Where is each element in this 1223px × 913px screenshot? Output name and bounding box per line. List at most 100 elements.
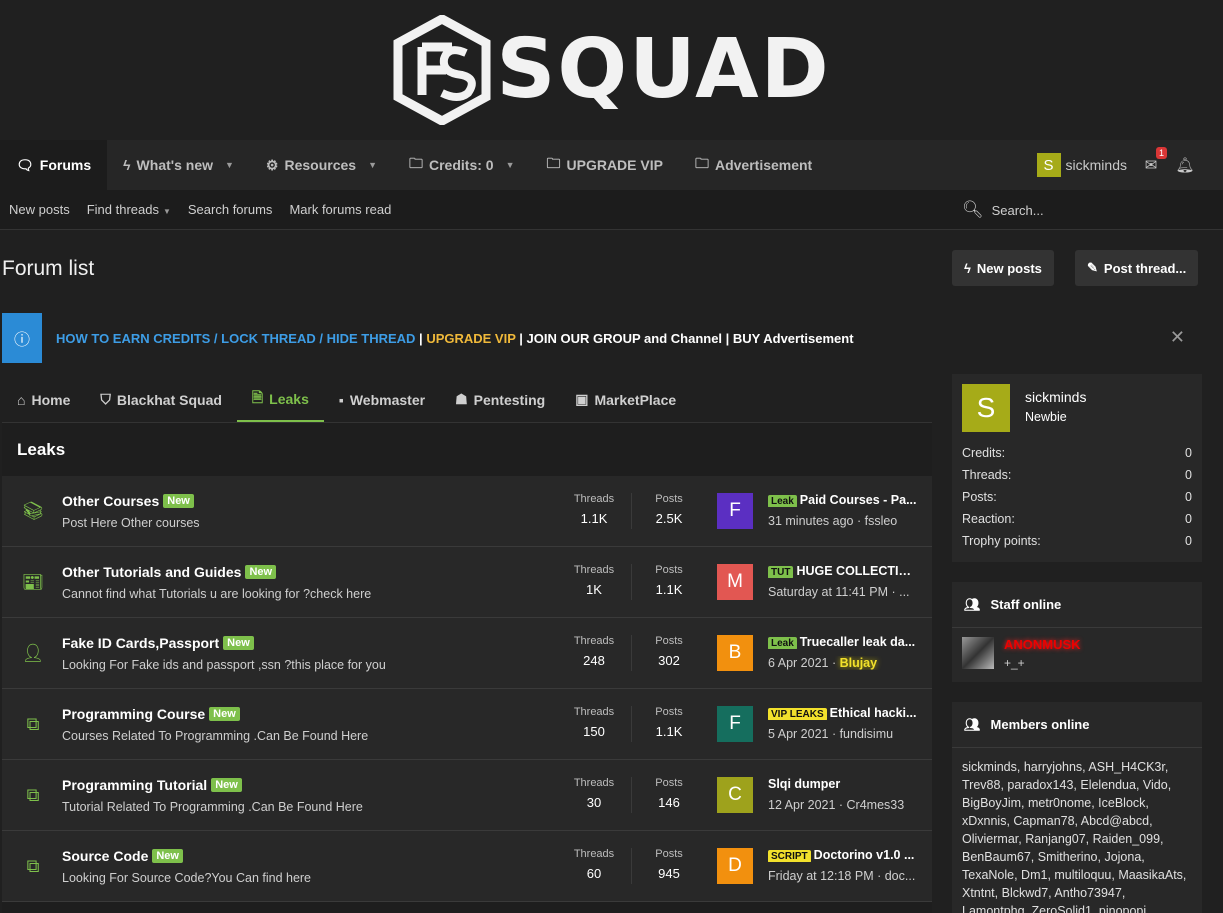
users-icon: 👥︎ [964, 716, 981, 732]
sidebar-username[interactable]: sickminds [1025, 389, 1086, 405]
document-icon: 🗎 [251, 388, 264, 405]
last-thread-link[interactable]: Leak Paid Courses - Pa... [768, 493, 918, 507]
forum-node[interactable]: ⧉ Programming Tutorial New Tutorial Related… [2, 760, 932, 831]
subnav-mark-forums-read[interactable]: Mark forums read [280, 202, 399, 217]
notice-link-group[interactable]: JOIN OUR GROUP and Channel | BUY Adverti… [527, 331, 854, 346]
forum-node[interactable]: ⧉ Source Code New Looking For Source Code?Y… [2, 831, 932, 902]
tab-home[interactable]: ⌂ Home [2, 377, 85, 422]
node-title-link[interactable]: Other Tutorials and Guides New [62, 564, 277, 580]
tab-leaks[interactable]: 🗎 Leaks [236, 377, 324, 422]
avatar[interactable]: B [717, 635, 753, 671]
last-post-user[interactable]: doc... [885, 869, 916, 883]
thread-prefix-badge[interactable]: Leak [768, 637, 797, 649]
last-post-time[interactable]: Friday at 12:18 PM [768, 869, 874, 883]
subnav-find-threads[interactable]: Find threads ▼ [78, 202, 179, 217]
forum-node[interactable]: 📰︎ Other Tutorials and Guides New Cannot fi… [2, 547, 932, 618]
nav-resources[interactable]: ⚙ Resources ▼ [250, 140, 393, 190]
post-thread-button[interactable]: ✎ Post thread... [1075, 250, 1199, 286]
nav-credits[interactable]: 🗀 Credits: 0 ▼ [393, 140, 531, 190]
avatar[interactable]: D [717, 848, 753, 884]
avatar[interactable]: C [717, 777, 753, 813]
nav-whats-new[interactable]: ϟ What's new ▼ [107, 140, 250, 190]
site-logo[interactable]: SQUAD [392, 15, 830, 125]
stat-value: 0 [1185, 534, 1192, 548]
last-post-user[interactable]: Cr4mes33 [847, 798, 905, 812]
notice-link-vip[interactable]: UPGRADE VIP [426, 331, 515, 346]
thread-prefix-badge[interactable]: VIP LEAKS [768, 708, 827, 720]
node-title-link[interactable]: Programming Course New [62, 706, 240, 722]
node-title-link[interactable]: Fake ID Cards,Passport New [62, 635, 254, 651]
tab-blackhat-squad[interactable]: ⛉ Blackhat Squad [85, 377, 237, 422]
posts-label: Posts [655, 706, 683, 718]
thread-prefix-badge[interactable]: TUT [768, 566, 794, 578]
page-title: Forum list [2, 257, 95, 280]
site-header: SQUAD [0, 0, 1223, 140]
stat-divider [631, 493, 632, 529]
forum-node[interactable]: 📚︎ Other Courses New Post Here Other course… [2, 476, 932, 547]
subnav-new-posts[interactable]: New posts [0, 202, 78, 217]
last-post-time[interactable]: 12 Apr 2021 [768, 798, 835, 812]
avatar[interactable]: F [717, 706, 753, 742]
avatar[interactable]: M [717, 564, 753, 600]
block-title[interactable]: Leaks [2, 423, 932, 476]
last-thread-link[interactable]: VIP LEAKS Ethical hacki... [768, 706, 918, 720]
threads-count: 60 [586, 866, 602, 881]
stat-threads: Threads: 0 [962, 468, 1192, 482]
chevron-down-icon[interactable]: ▼ [506, 160, 515, 170]
threads-count: 248 [583, 653, 605, 668]
threads-count: 30 [586, 795, 602, 810]
avatar[interactable]: S [962, 384, 1010, 432]
new-posts-button[interactable]: ϟ New posts [952, 250, 1054, 286]
last-post-user[interactable]: ... [899, 585, 909, 599]
last-thread-link[interactable]: SCRIPT Doctorino v1.0 ... [768, 848, 918, 862]
stat-value: 0 [1185, 512, 1192, 526]
meta-separator: · [828, 656, 840, 670]
chevron-down-icon[interactable]: ▼ [368, 160, 377, 170]
last-post-time[interactable]: Saturday at 11:41 PM [768, 585, 888, 599]
last-thread-link[interactable]: TUT HUGE COLLECTIO... [768, 564, 918, 578]
shield-icon: ⛉ [100, 391, 111, 407]
tab-leaks-label: Leaks [269, 390, 309, 407]
avatar[interactable] [962, 637, 994, 669]
nav-advertisement[interactable]: 🗀 Advertisement [679, 140, 828, 190]
last-post-time[interactable]: 31 minutes ago [768, 514, 853, 528]
nav-upgrade-vip[interactable]: 🗀 UPGRADE VIP [531, 140, 679, 190]
avatar[interactable]: F [717, 493, 753, 529]
envelope-icon: ✉ [1144, 157, 1158, 174]
posts-count: 1.1K [655, 724, 683, 739]
inbox-button[interactable]: ✉ 1 [1141, 147, 1167, 174]
newspaper-icon: 📰︎ [21, 571, 45, 592]
nav-forums[interactable]: 🗨 Forums [0, 140, 108, 190]
subnav-search-forums[interactable]: Search forums [179, 202, 281, 217]
staff-username[interactable]: ANONMUSK [1004, 637, 1081, 652]
tab-webmaster[interactable]: ▪ Webmaster [324, 377, 440, 422]
last-thread-link[interactable]: Slqi dumper [768, 777, 918, 791]
last-post-user[interactable]: fundisimu [840, 727, 894, 741]
forum-node[interactable]: 👤︎ Fake ID Cards,Passport New Looking For F… [2, 618, 932, 689]
close-icon[interactable]: ✕ [1170, 327, 1185, 348]
node-title-link[interactable]: Source Code New [62, 848, 183, 864]
thread-prefix-badge[interactable]: Leak [768, 495, 797, 507]
stat-divider [631, 635, 632, 671]
folder-icon: 🗀 [694, 155, 709, 171]
last-post-user[interactable]: fssleo [865, 514, 898, 528]
thread-prefix-badge[interactable]: SCRIPT [768, 850, 811, 862]
chevron-down-icon[interactable]: ▼ [163, 207, 171, 216]
new-posts-button-label: New posts [976, 260, 1042, 276]
last-post-time[interactable]: 6 Apr 2021 [768, 656, 828, 670]
last-post-user[interactable]: Blujay [840, 656, 878, 670]
tab-pentesting[interactable]: ☗ Pentesting [440, 377, 560, 422]
notice-link-credits[interactable]: HOW TO EARN CREDITS / LOCK THREAD / HIDE… [56, 331, 415, 346]
search-input[interactable]: 🔍︎ Search... [962, 190, 1044, 230]
last-post-time[interactable]: 5 Apr 2021 [768, 727, 828, 741]
account-link[interactable]: S sickminds [1036, 153, 1127, 177]
node-title-link[interactable]: Other Courses New [62, 493, 194, 509]
tab-marketplace[interactable]: ▣ MarketPlace [560, 377, 691, 422]
node-title-link[interactable]: Programming Tutorial New [62, 777, 242, 793]
alerts-button[interactable]: 🔔︎ [1175, 156, 1195, 174]
last-thread-link[interactable]: Leak Truecaller leak da... [768, 635, 918, 649]
members-online-list[interactable]: sickminds, harryjohns, ASH_H4CK3r, Trev8… [952, 748, 1202, 913]
forum-node[interactable]: ⧉ Programming Course New Courses Related To… [2, 689, 932, 760]
chevron-down-icon[interactable]: ▼ [225, 160, 234, 170]
posts-label: Posts [655, 635, 683, 647]
